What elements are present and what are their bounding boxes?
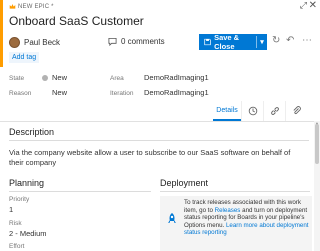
link-icon bbox=[270, 107, 279, 115]
save-close-label: Save & Close bbox=[214, 33, 240, 51]
state-dropdown[interactable]: New bbox=[42, 73, 67, 82]
undo-icon[interactable]: ↶ bbox=[286, 35, 294, 46]
priority-field[interactable]: 1 bbox=[9, 205, 13, 214]
add-tag-button[interactable]: Add tag bbox=[9, 52, 40, 63]
crown-icon bbox=[9, 4, 16, 9]
effort-label: Effort bbox=[9, 243, 25, 250]
reason-value: New bbox=[52, 88, 68, 97]
comments-link[interactable]: 0 comments bbox=[108, 37, 165, 46]
tab-history[interactable] bbox=[241, 101, 263, 121]
tab-details[interactable]: Details bbox=[213, 101, 241, 121]
state-indicator-icon bbox=[42, 74, 48, 81]
risk-value: 2 - Medium bbox=[9, 229, 47, 238]
state-value: New bbox=[52, 73, 68, 82]
work-item-tabs: Details bbox=[213, 101, 307, 121]
save-close-button[interactable]: Save & Close ▾ bbox=[199, 33, 267, 51]
area-value: DemoRadImaging1 bbox=[144, 73, 209, 82]
history-icon bbox=[248, 106, 257, 116]
save-icon bbox=[204, 38, 211, 46]
work-item-color-bar bbox=[0, 0, 3, 67]
iteration-label: Iteration bbox=[110, 90, 134, 97]
comment-icon bbox=[108, 37, 117, 46]
avatar bbox=[9, 37, 20, 48]
description-field[interactable]: Via the company website allow a user to … bbox=[9, 148, 299, 168]
iteration-dropdown[interactable]: DemoRadImaging1 bbox=[144, 88, 209, 97]
assignee-name: Paul Beck bbox=[24, 38, 61, 47]
planning-heading: Planning bbox=[9, 178, 45, 188]
risk-label: Risk bbox=[9, 220, 22, 227]
work-item-type-label: NEW EPIC * bbox=[9, 3, 54, 10]
description-heading: Description bbox=[9, 127, 55, 137]
tab-links[interactable] bbox=[263, 101, 285, 121]
reason-dropdown[interactable]: New bbox=[52, 88, 67, 97]
scrollbar-thumb[interactable] bbox=[315, 124, 319, 164]
assigned-to-field[interactable]: Paul Beck bbox=[9, 37, 60, 48]
deployment-message: To track releases associated with this w… bbox=[184, 199, 309, 237]
risk-field[interactable]: 2 - Medium bbox=[9, 229, 47, 238]
rocket-icon bbox=[168, 213, 176, 223]
comments-count: 0 comments bbox=[121, 37, 165, 46]
work-item-title[interactable]: Onboard SaaS Customer bbox=[9, 14, 144, 28]
priority-value: 1 bbox=[9, 205, 14, 214]
chevron-down-icon[interactable]: ▾ bbox=[257, 38, 267, 46]
releases-link[interactable]: Releases bbox=[215, 207, 241, 214]
state-label: State bbox=[9, 75, 25, 82]
area-dropdown[interactable]: DemoRadImaging1 bbox=[144, 73, 209, 82]
more-options-icon[interactable]: ⋯ bbox=[302, 35, 312, 46]
work-item-type: NEW EPIC * bbox=[18, 3, 54, 10]
tab-attachments[interactable] bbox=[285, 101, 307, 121]
refresh-icon[interactable]: ↻ bbox=[272, 35, 280, 46]
attachment-icon bbox=[292, 106, 301, 115]
priority-label: Priority bbox=[9, 196, 30, 203]
area-label: Area bbox=[110, 75, 124, 82]
expand-icon[interactable]: ⤢ bbox=[300, 0, 307, 11]
iteration-value: DemoRadImaging1 bbox=[144, 88, 209, 97]
close-icon[interactable]: ✕ bbox=[309, 0, 317, 11]
reason-label: Reason bbox=[9, 90, 32, 97]
deployment-heading: Deployment bbox=[160, 178, 209, 188]
